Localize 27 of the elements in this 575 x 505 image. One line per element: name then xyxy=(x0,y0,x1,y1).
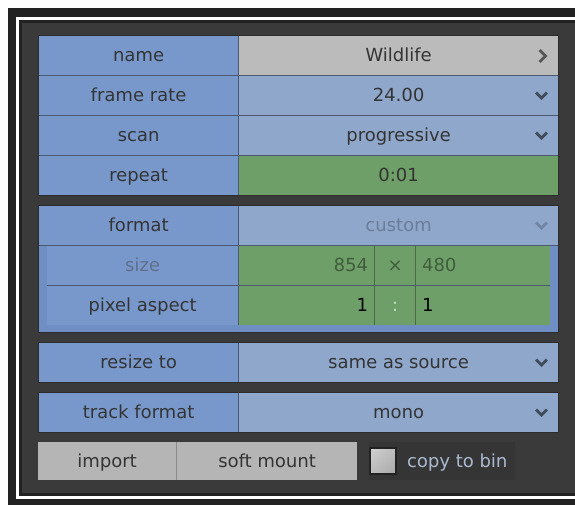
chevron-down-icon xyxy=(535,220,548,230)
chevron-down-icon xyxy=(535,358,548,368)
checkbox[interactable] xyxy=(369,447,397,475)
checkbox-label: copy to bin xyxy=(407,450,508,472)
dropdown[interactable]: mono xyxy=(239,393,558,432)
field-label: format xyxy=(39,206,239,245)
value-button[interactable]: Wildlife xyxy=(239,36,558,75)
chevron-down-icon xyxy=(535,130,548,140)
field-label: size xyxy=(47,246,239,285)
field-label: frame rate xyxy=(39,76,239,115)
dropdown[interactable]: progressive xyxy=(239,116,558,155)
field-label: track format xyxy=(39,393,239,432)
dropdown[interactable]: same as source xyxy=(239,343,558,382)
chevron-right-icon xyxy=(538,48,548,62)
field-label: resize to xyxy=(39,343,239,382)
field-label: repeat xyxy=(39,156,239,195)
separator: × xyxy=(387,255,403,276)
field-label: scan xyxy=(39,116,239,155)
chevron-down-icon xyxy=(535,90,548,100)
action-button[interactable]: soft mount xyxy=(177,442,357,480)
action-button[interactable]: import xyxy=(38,442,177,480)
separator: : xyxy=(392,295,398,316)
field-label: name xyxy=(39,36,239,75)
dropdown[interactable]: 24.00 xyxy=(239,76,558,115)
input-field[interactable]: 0:01 xyxy=(239,156,558,195)
chevron-down-icon xyxy=(535,408,548,418)
field-label: pixel aspect xyxy=(47,286,239,325)
